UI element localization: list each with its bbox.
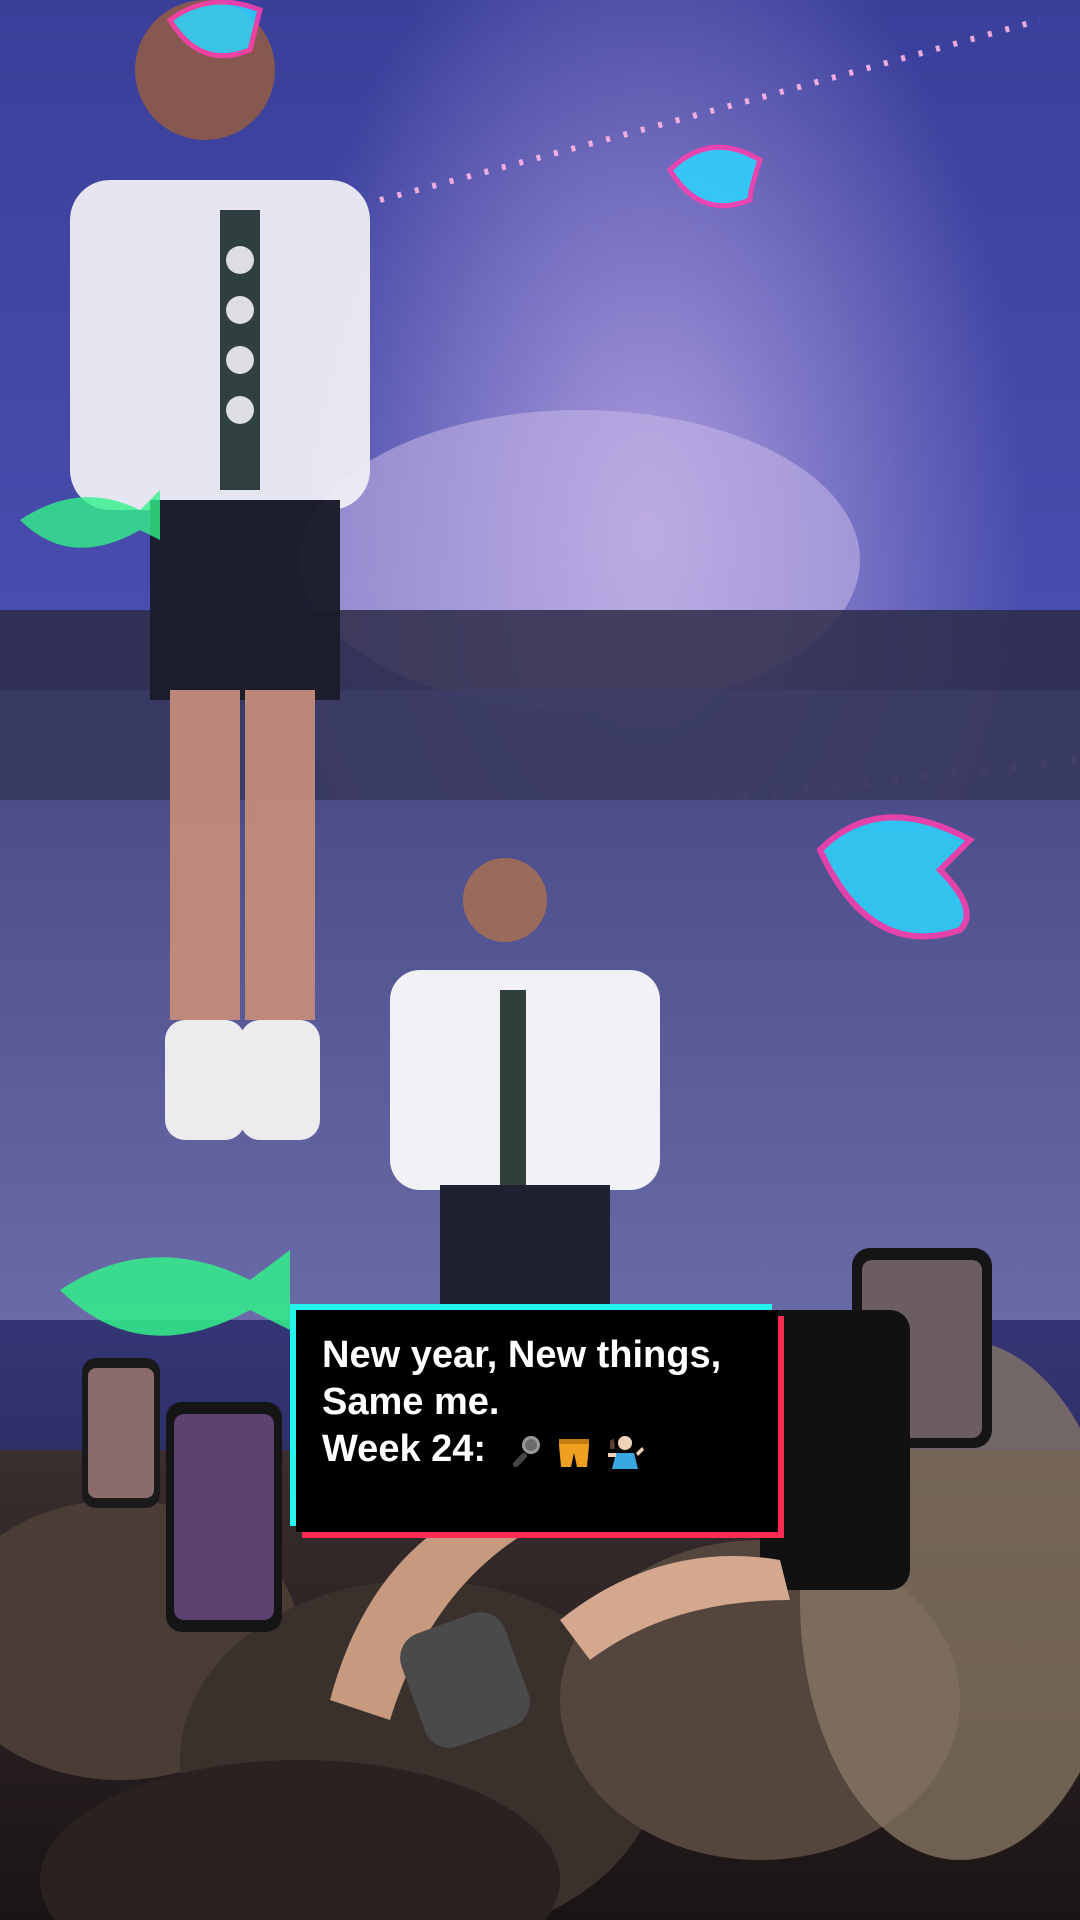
- caption-line-3: Week 24:: [322, 1426, 752, 1474]
- microphone-icon: [512, 1436, 540, 1468]
- caption-week-label: Week 24:: [322, 1428, 487, 1470]
- caption-emojis: [505, 1427, 646, 1474]
- concert-scene: [0, 0, 1080, 1920]
- video-frame[interactable]: [0, 0, 1080, 1920]
- caption-sticker[interactable]: New year, New things, Same me. Week 24:: [290, 1304, 784, 1538]
- caption-line-2: Same me.: [322, 1381, 500, 1423]
- caption-line-1: New year, New things,: [322, 1334, 722, 1376]
- caption-box: New year, New things, Same me. Week 24:: [296, 1310, 778, 1532]
- shrug-person-icon: [607, 1436, 644, 1470]
- shorts-icon: [559, 1439, 590, 1468]
